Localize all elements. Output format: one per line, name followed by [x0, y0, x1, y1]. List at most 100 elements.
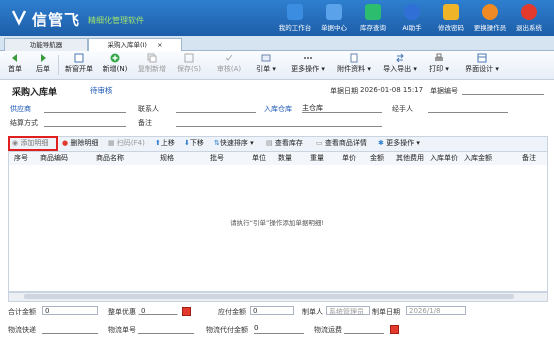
col-seq[interactable]: 序号 [14, 153, 28, 163]
stock-icon: ▤ [266, 139, 273, 147]
topnav-doc-center[interactable]: 单据中心 [314, 4, 354, 34]
move-down-button[interactable]: ⬇下移 [184, 138, 204, 149]
col-batch[interactable]: 批号 [210, 153, 224, 163]
supplier-field[interactable] [44, 103, 126, 113]
move-up-button[interactable]: ⬆上移 [155, 138, 175, 149]
col-remark[interactable]: 备注 [522, 153, 536, 163]
layout-icon [477, 53, 487, 63]
document-icon [326, 4, 342, 20]
import-export-button[interactable]: 导入导出 ▾ [380, 53, 420, 77]
document-title: 采购入库单 [12, 88, 58, 98]
create-date-label: 制单日期 [372, 308, 400, 316]
highlight-outline [8, 136, 58, 151]
col-in-price[interactable]: 入库单价 [430, 153, 458, 163]
handler-label: 经手人 [392, 105, 413, 113]
warehouse-label[interactable]: 入库仓库 [264, 104, 292, 114]
col-other-fee[interactable]: 其他费用 [396, 153, 424, 163]
col-unit[interactable]: 单位 [252, 153, 266, 163]
quick-sort-button[interactable]: ⇅快速排序 ▾ [214, 138, 254, 149]
logistics-cod-label: 物流代付金额 [206, 326, 248, 334]
first-doc-button[interactable]: 首单 [6, 53, 24, 77]
reference-button[interactable]: 引单 ▾ [254, 53, 278, 77]
col-price[interactable]: 单价 [342, 153, 356, 163]
tracking-field[interactable] [138, 324, 194, 334]
settlement-field[interactable] [44, 117, 126, 127]
app-slogan: 精细化管理软件 [88, 16, 144, 25]
col-in-amount[interactable]: 入库金额 [464, 153, 492, 163]
scan-button[interactable]: ▦ 扫码(F4) [108, 138, 145, 149]
handler-field[interactable] [428, 103, 508, 113]
delete-detail-button[interactable]: ● 删除明细 [62, 138, 98, 149]
lock-icon [443, 4, 459, 20]
attachment-icon [350, 53, 358, 63]
total-amount-label: 合计金额 [8, 308, 36, 316]
monitor-icon [287, 4, 303, 20]
app-logo: 信管飞 [32, 11, 81, 29]
reference-icon [261, 54, 271, 62]
col-code[interactable]: 商品编码 [40, 153, 68, 163]
logistics-field[interactable] [42, 324, 98, 334]
remark-field[interactable] [176, 117, 382, 127]
discount-field[interactable]: 0 [138, 306, 178, 315]
topnav-workbench[interactable]: 我的工作台 [275, 4, 315, 34]
contact-field[interactable] [176, 103, 256, 113]
copy-icon [147, 53, 157, 63]
logistics-cod-field[interactable]: 0 [254, 324, 304, 334]
warehouse-field[interactable]: 主仓库 [302, 103, 382, 113]
topnav-ai-assistant[interactable]: AI助手 [392, 4, 432, 34]
topnav-change-password[interactable]: 修改密码 [431, 4, 471, 34]
scan-icon: ▦ [108, 139, 115, 147]
close-icon[interactable]: × [157, 41, 162, 49]
topnav-exit[interactable]: 退出系统 [509, 4, 549, 34]
print-button[interactable]: 打印 ▾ [428, 53, 450, 77]
remark-label: 备注 [138, 119, 152, 127]
col-weight[interactable]: 重量 [310, 153, 324, 163]
more-icon: ✱ [378, 139, 384, 147]
col-qty[interactable]: 数量 [278, 153, 292, 163]
view-goods-button[interactable]: ▭ 查看商品详情 [316, 138, 367, 149]
scrollbar-thumb[interactable] [24, 294, 514, 299]
payable-field: 0 [250, 306, 294, 315]
new-button[interactable]: 新增(N) [100, 53, 130, 77]
col-amount[interactable]: 金额 [370, 153, 384, 163]
save-button[interactable]: 保存(S) [174, 53, 204, 77]
doc-no-field[interactable] [462, 85, 544, 95]
settlement-label: 结算方式 [10, 119, 38, 127]
audit-button[interactable]: 审核(A) [214, 53, 244, 77]
doc-no-label: 单据编号 [430, 87, 458, 95]
grid-more-ops-button[interactable]: ✱ 更多操作 ▾ [378, 138, 420, 149]
create-date-field: 2026/1/8 [406, 306, 466, 315]
plus-icon [110, 53, 120, 63]
audit-icon [225, 54, 233, 61]
total-amount-field: 0 [42, 306, 98, 315]
new-window-icon [74, 53, 84, 63]
interface-design-button[interactable]: 界面设计 ▾ [462, 53, 502, 77]
contact-label: 联系人 [138, 105, 159, 113]
goods-icon: ▭ [316, 139, 323, 147]
freight-picker-icon[interactable] [390, 325, 399, 334]
view-stock-button[interactable]: ▤ 查看库存 [266, 138, 303, 149]
printer-icon [435, 53, 443, 61]
supplier-label[interactable]: 供应商 [10, 104, 31, 114]
copy-new-button[interactable]: 复制新增 [134, 53, 170, 77]
tab-purchase-inbound[interactable]: 采购入库单(I) × [88, 38, 182, 51]
tracking-label: 物流单号 [108, 326, 136, 334]
discount-picker-icon[interactable] [182, 307, 191, 316]
topnav-stock-query[interactable]: 库存查询 [353, 4, 393, 34]
empty-message: 请执行“引单”操作添加单据明细! [230, 219, 324, 227]
topnav-switch-operator[interactable]: 更换操作员 [470, 4, 510, 34]
grid-body[interactable] [8, 165, 548, 292]
arrow-left-icon [12, 54, 17, 62]
creator-field: 系统管理员 [326, 306, 370, 316]
col-name[interactable]: 商品名称 [96, 153, 124, 163]
new-window-button[interactable]: 新窗开单 [62, 53, 96, 77]
date-field[interactable]: 2026-01-08 15:17 [360, 86, 423, 94]
logo-icon [11, 10, 27, 26]
freight-field[interactable] [344, 324, 384, 334]
next-doc-button[interactable]: 后单 [34, 53, 52, 77]
attachments-button[interactable]: 附件资料 ▾ [334, 53, 374, 77]
more-ops-button[interactable]: 更多操作 ▾ [288, 53, 328, 77]
tab-function-navigator[interactable]: 功能导航器 [4, 38, 88, 51]
freight-label: 物流运费 [314, 326, 342, 334]
col-spec[interactable]: 规格 [160, 153, 174, 163]
